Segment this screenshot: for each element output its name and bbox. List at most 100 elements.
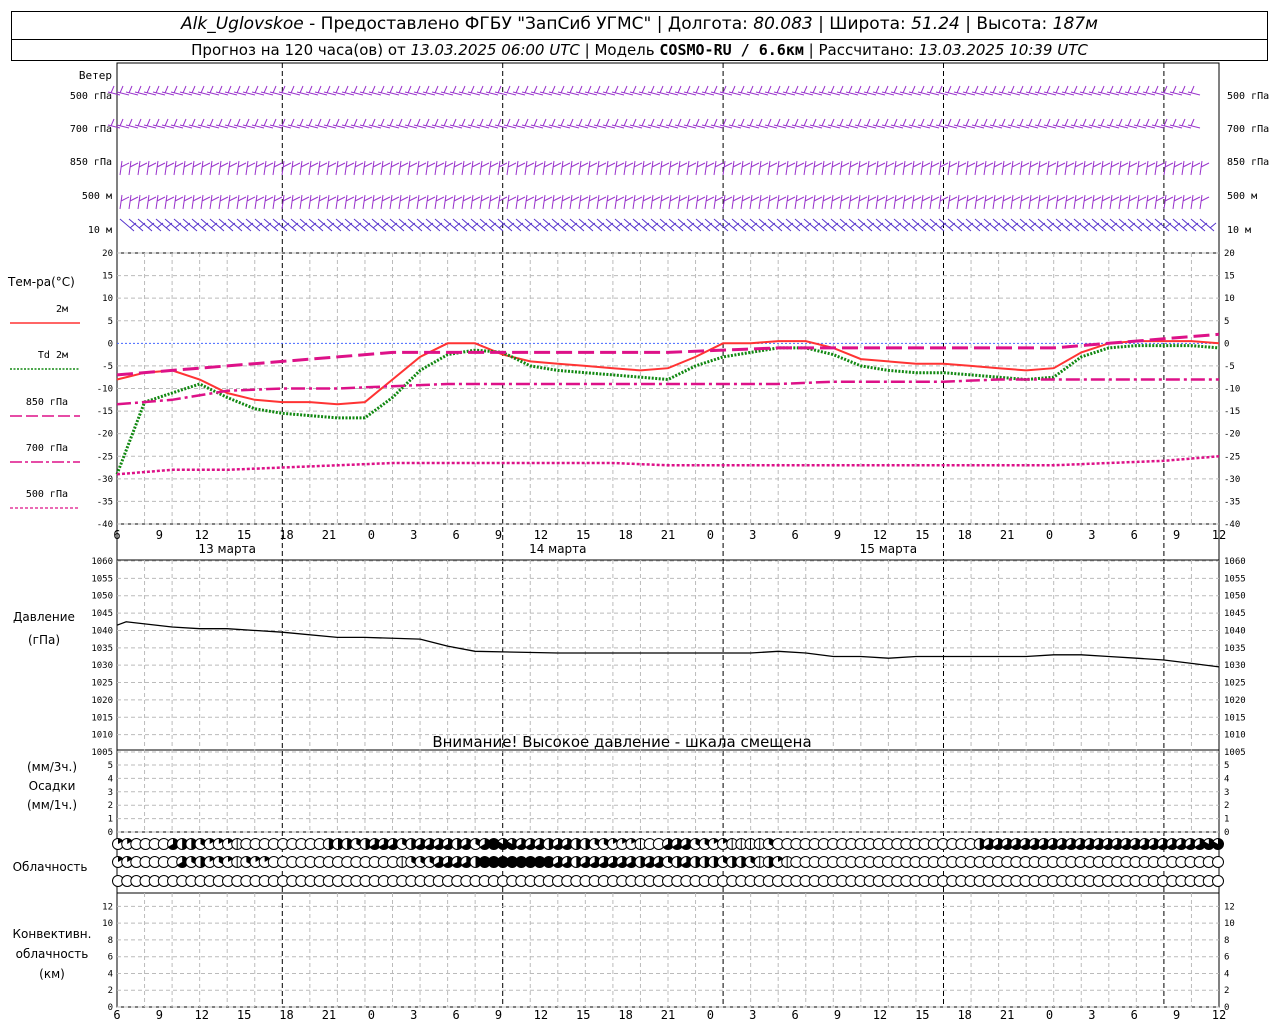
wind-barb [800, 85, 814, 96]
wind-barb [188, 85, 202, 96]
precip-unit1: (мм/1ч.) [27, 798, 77, 812]
wind-barb [506, 194, 517, 210]
wind-barb [710, 85, 724, 96]
wind-barb [470, 194, 481, 210]
wind-barb [332, 118, 346, 129]
wind-barb [542, 194, 553, 210]
wind-barb [233, 85, 247, 96]
wind-barb [611, 85, 625, 96]
wind-barb [1109, 194, 1120, 210]
wind-barb [773, 118, 787, 129]
hour-label: 9 [1173, 528, 1180, 542]
wind-barb [1046, 194, 1057, 210]
wind-barb [1154, 160, 1165, 176]
wind-barb [587, 194, 598, 210]
wind-barb [899, 118, 913, 129]
wind-barb [299, 194, 310, 210]
wind-barb [953, 118, 967, 129]
temp-tick-right: -20 [1224, 430, 1240, 440]
wind-barb [686, 160, 697, 176]
wind-barb [1010, 160, 1021, 176]
wind-barb [443, 194, 454, 210]
wind-barb [989, 118, 1003, 129]
hour-label: 15 [237, 528, 251, 542]
wind-barb [125, 118, 139, 129]
temp-tick: 0 [108, 339, 113, 349]
precip-title: Осадки [29, 779, 76, 793]
hour-label-bottom: 6 [1131, 1008, 1138, 1022]
wind-barb [740, 160, 751, 176]
wind-barb [1124, 118, 1138, 129]
wind-barb [398, 160, 409, 176]
pressure-tick-right: 1020 [1224, 696, 1246, 706]
wind-barb [479, 160, 490, 176]
wind-barb [341, 118, 355, 129]
wind-barb [593, 118, 607, 129]
wind-barb [668, 160, 679, 176]
wind-barb [557, 118, 571, 129]
wind-barb [146, 194, 157, 210]
wind-barb [1016, 118, 1030, 129]
wind-barb [1151, 118, 1165, 129]
wind-barb [530, 118, 544, 129]
wind-barb [827, 118, 841, 129]
wind-barb [1118, 194, 1129, 210]
wind-barb [980, 85, 994, 96]
wind-barb [353, 194, 364, 210]
wind-barb [341, 85, 355, 96]
wind-barb [710, 118, 724, 129]
wind-barb [416, 160, 427, 176]
wind-barb [956, 194, 967, 210]
hour-label: 0 [707, 528, 714, 542]
wind-level-label-right: 850 гПа [1227, 157, 1269, 168]
wind-barb [731, 194, 742, 210]
wind-barb [902, 160, 913, 176]
wind-barb [224, 118, 238, 129]
pressure-tick-right: 1025 [1224, 679, 1246, 689]
wind-barb [695, 160, 706, 176]
wind-barb [200, 194, 211, 210]
temp-tick-right: -35 [1224, 497, 1240, 507]
wind-barb [425, 194, 436, 210]
hour-label-bottom: 6 [113, 1008, 120, 1022]
wind-level-label: 850 гПа [70, 157, 112, 168]
hour-label-bottom: 21 [661, 1008, 675, 1022]
wind-barb [728, 85, 742, 96]
wind-barb [584, 85, 598, 96]
wind-barb [593, 85, 607, 96]
temp-tick-right: -40 [1224, 520, 1240, 530]
wind-barb [164, 194, 175, 210]
wind-barb [245, 194, 256, 210]
pressure-tick: 1010 [91, 731, 113, 741]
wind-barb [656, 85, 670, 96]
wind-barb [1172, 194, 1183, 210]
wind-barb [1181, 160, 1192, 176]
conv-tick: 6 [108, 953, 113, 963]
wind-barb [362, 160, 373, 176]
hour-label: 12 [1212, 528, 1226, 542]
pressure-tick: 1020 [91, 696, 113, 706]
wind-barb [1136, 160, 1147, 176]
wind-barb [791, 118, 805, 129]
wind-barb [890, 118, 904, 129]
wind-barb [1055, 194, 1066, 210]
cloud-title: Облачность [13, 860, 88, 874]
wind-barb [1079, 85, 1093, 96]
wind-barb [344, 194, 355, 210]
wind-barb [200, 160, 211, 176]
hour-label: 21 [661, 528, 675, 542]
wind-barb [971, 118, 985, 129]
temp-tick-right: 5 [1224, 317, 1229, 327]
wind-barb [1169, 118, 1183, 129]
wind-barb [917, 85, 931, 96]
pressure-tick-right: 1055 [1224, 574, 1246, 584]
wind-barb [539, 118, 553, 129]
wind-barb [470, 160, 481, 176]
wind-barb [386, 85, 400, 96]
wind-barb [143, 118, 157, 129]
wind-barb [326, 194, 337, 210]
wind-barb [467, 85, 481, 96]
wind-barb [551, 160, 562, 176]
wind-barb [695, 194, 706, 210]
wind-barb [974, 160, 985, 176]
